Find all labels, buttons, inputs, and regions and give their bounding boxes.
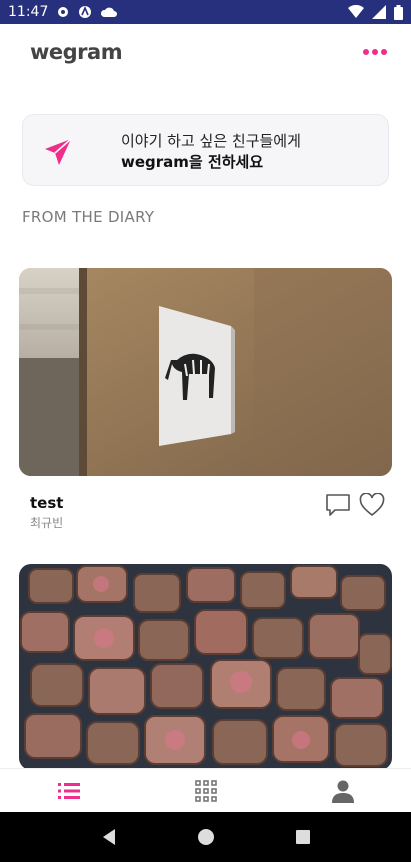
- like-button[interactable]: [359, 492, 385, 517]
- cloud-icon: [101, 7, 118, 17]
- share-card-line1: 이야기 하고 싶은 친구들에게: [121, 132, 301, 150]
- status-time: 11:47: [8, 4, 49, 20]
- nav-grid-button[interactable]: [186, 773, 226, 809]
- profile-icon: [331, 780, 354, 803]
- gear-icon: [58, 7, 69, 17]
- more-options-button[interactable]: [361, 40, 389, 64]
- app-header: wegram: [0, 24, 411, 80]
- status-bar: 11:47: [0, 0, 411, 24]
- nav-list-button[interactable]: [49, 773, 89, 809]
- comment-icon: [326, 494, 350, 516]
- bottom-navigation: [0, 768, 411, 812]
- post-title[interactable]: test: [30, 494, 63, 512]
- grid-icon: [194, 779, 217, 802]
- a-icon: [79, 5, 92, 18]
- share-card-line2: wegram을 전하세요: [121, 153, 264, 171]
- steak-illustration: [19, 564, 392, 770]
- more-dots-icon: [363, 49, 387, 55]
- battery-icon: [394, 4, 403, 20]
- share-card-text: 이야기 하고 싶은 친구들에게 wegram을 전하세요: [121, 131, 301, 173]
- wifi-icon: [348, 5, 364, 18]
- list-icon: [57, 782, 80, 799]
- paper-plane-icon: [45, 138, 72, 165]
- home-icon[interactable]: [197, 828, 215, 846]
- post-author[interactable]: 최규빈: [30, 514, 63, 531]
- back-icon[interactable]: [100, 828, 118, 846]
- share-invite-card[interactable]: 이야기 하고 싶은 친구들에게 wegram을 전하세요: [22, 114, 389, 186]
- signal-icon: [372, 5, 386, 19]
- post-image-steak[interactable]: [19, 564, 392, 770]
- system-navigation-bar: [0, 812, 411, 862]
- nav-profile-button[interactable]: [323, 773, 363, 809]
- recents-icon[interactable]: [295, 829, 311, 845]
- comment-button[interactable]: [325, 492, 351, 518]
- section-title: FROM THE DIARY: [22, 208, 155, 226]
- app-screen: wegram 이야기 하고 싶은 친구들에게 wegram을 전하세요 FROM…: [0, 24, 411, 812]
- zebra-picture-illustration: [19, 268, 392, 476]
- heart-icon: [359, 492, 385, 517]
- app-logo: wegram: [30, 40, 123, 64]
- post-image-zebra[interactable]: [19, 268, 392, 476]
